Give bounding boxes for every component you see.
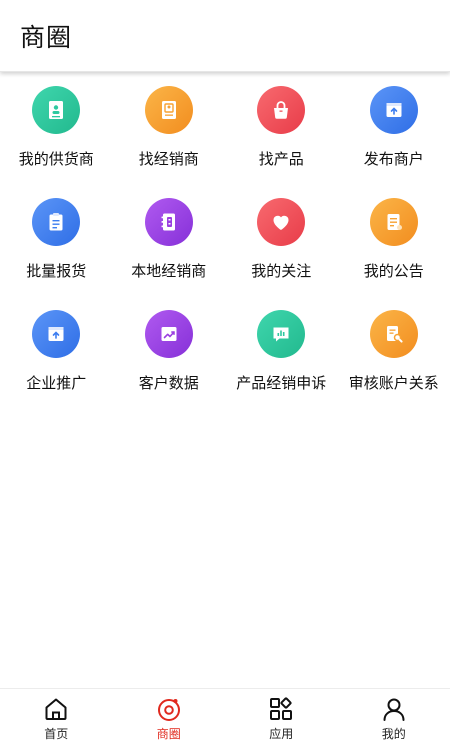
bag-icon xyxy=(257,86,306,134)
home-icon xyxy=(45,698,67,720)
grid-item-label: 审核账户关系 xyxy=(348,374,439,392)
nav-item-mine[interactable]: 我的 xyxy=(338,689,450,750)
grid-item-enterprise-promotion[interactable]: 企业推广 xyxy=(0,310,113,422)
circle-orbit-icon xyxy=(157,699,180,721)
nav-label: 商圈 xyxy=(156,727,181,741)
feature-grid: 我的供货商 找经销商 找产品 发布商户 批量报货 本地经销商 我的关注 我的公告… xyxy=(0,86,450,422)
app-header: 商圈 xyxy=(0,0,450,72)
nav-item-home[interactable]: 首页 xyxy=(0,689,113,750)
grid-item-label: 企业推广 xyxy=(26,374,87,392)
grid-item-label: 我的供货商 xyxy=(18,150,94,168)
grid-item-my-follows[interactable]: 我的关注 xyxy=(225,198,338,310)
nav-item-business-circle[interactable]: 商圈 xyxy=(113,689,226,750)
nav-label: 首页 xyxy=(44,727,69,741)
grid-item-label: 客户数据 xyxy=(138,374,199,392)
notice-icon xyxy=(369,198,418,246)
grid-item-label: 发布商户 xyxy=(363,150,424,168)
grid-item-label: 找产品 xyxy=(258,150,304,168)
grid-item-review-account-relations[interactable]: 审核账户关系 xyxy=(338,310,450,422)
apps-grid-icon xyxy=(270,697,293,720)
grid-item-my-notices[interactable]: 我的公告 xyxy=(338,198,450,310)
upload-box-icon xyxy=(369,86,418,134)
grid-item-local-dealers[interactable]: 本地经销商 xyxy=(113,198,226,310)
grid-item-label: 产品经销申诉 xyxy=(236,374,327,392)
nav-label: 应用 xyxy=(269,727,294,741)
clipboard-icon xyxy=(32,198,81,246)
nav-label: 我的 xyxy=(381,727,406,741)
grid-item-find-products[interactable]: 找产品 xyxy=(225,86,338,198)
grid-item-my-suppliers[interactable]: 我的供货商 xyxy=(0,86,113,198)
search-doc-icon xyxy=(369,310,418,358)
book-contact-icon xyxy=(32,86,81,134)
grid-item-label: 我的关注 xyxy=(251,262,312,280)
grid-item-label: 批量报货 xyxy=(26,262,87,280)
grid-item-label: 找经销商 xyxy=(138,150,199,168)
grid-item-customer-data[interactable]: 客户数据 xyxy=(113,310,226,422)
contact-card-icon xyxy=(144,86,193,134)
grid-item-publish-merchant[interactable]: 发布商户 xyxy=(338,86,450,198)
nav-item-apps[interactable]: 应用 xyxy=(225,689,338,750)
chat-chart-icon xyxy=(257,310,306,358)
user-icon xyxy=(383,698,405,721)
grid-item-product-dealer-appeal[interactable]: 产品经销申诉 xyxy=(225,310,338,422)
grid-item-label: 本地经销商 xyxy=(131,262,207,280)
trend-chart-icon xyxy=(144,310,193,358)
grid-item-batch-order[interactable]: 批量报货 xyxy=(0,198,113,310)
grid-item-label: 我的公告 xyxy=(363,262,424,280)
grid-item-find-dealers[interactable]: 找经销商 xyxy=(113,86,226,198)
address-book-icon xyxy=(144,198,193,246)
bottom-nav: 首页 商圈 应用 我的 xyxy=(0,688,450,750)
upload-box-icon xyxy=(32,310,81,358)
page-title: 商圈 xyxy=(20,23,73,52)
heart-icon xyxy=(257,198,306,246)
